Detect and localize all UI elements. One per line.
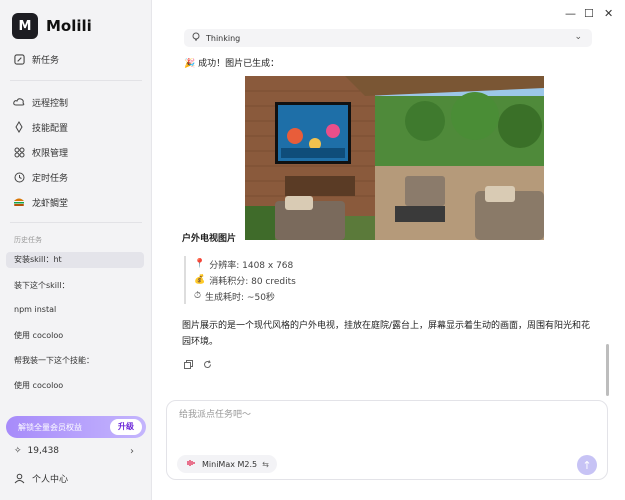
sidebar-divider [10, 222, 142, 223]
arrow-up-icon: ↑ [582, 458, 592, 472]
cloud-icon [12, 95, 26, 109]
profile-label: 个人中心 [32, 474, 69, 485]
chat-panel: — ☐ ✕ Thinking ⌄ 🎉 成功！图片已生成： 户外电视图片 📍 分辨… [152, 0, 625, 500]
generated-image[interactable] [245, 76, 544, 240]
sidebar-item-permissions[interactable]: 权限管理 [12, 145, 68, 159]
image-title: 户外电视图片 [182, 234, 237, 244]
sidebar-item-remote-control[interactable]: 远程控制 [12, 95, 68, 109]
skill-icon [12, 120, 26, 134]
burger-icon [12, 195, 26, 209]
sidebar-item-lobster[interactable]: 龙虾鲷堂 [12, 195, 68, 209]
stopwatch-icon: ⏱ [194, 291, 202, 301]
money-bag-icon: 💰 [194, 275, 206, 285]
party-icon: 🎉 [184, 59, 196, 69]
sidebar-item-label: 定时任务 [32, 173, 69, 184]
chevron-down-icon: ⌄ [574, 32, 582, 42]
meta-text: 分辨率: 1408 x 768 [209, 260, 294, 271]
edit-icon [12, 52, 26, 66]
sidebar-item-label: 龙虾鲷堂 [32, 198, 69, 209]
app-window: M Molili 新任务 远程控制 技能配置 权限管理 定时任务 龙虾鲷堂 历史… [0, 0, 625, 500]
history-item[interactable]: 帮我装一下这个技能： [14, 355, 94, 366]
model-selector[interactable]: MiniMax M2.5 ⇆ [177, 455, 277, 473]
success-message: 🎉 成功！图片已生成： [184, 56, 279, 69]
composer: MiniMax M2.5 ⇆ ↑ [166, 400, 608, 480]
meta-text: 消耗积分: 80 credits [209, 276, 296, 287]
new-task-button[interactable]: 新任务 [12, 52, 59, 66]
credits-row[interactable]: ✧ 19,438 › [14, 445, 134, 457]
swap-icon: ⇆ [262, 459, 269, 469]
copy-icon[interactable] [184, 360, 193, 372]
sidebar-item-label: 权限管理 [32, 148, 69, 159]
close-button[interactable]: ✕ [604, 7, 613, 20]
image-meta: 📍 分辨率: 1408 x 768 💰 消耗积分: 80 credits ⏱ 生… [184, 256, 296, 304]
app-title: Molili [46, 17, 92, 35]
sidebar-item-scheduled[interactable]: 定时任务 [12, 170, 68, 184]
thinking-toggle[interactable]: Thinking ⌄ [184, 29, 592, 47]
sparkle-icon: ✧ [14, 446, 22, 456]
user-icon [12, 471, 26, 485]
bulb-icon [192, 32, 200, 44]
success-text: 成功！图片已生成： [198, 59, 280, 69]
message-actions [184, 360, 212, 372]
task-input[interactable] [177, 409, 581, 421]
sidebar-divider [10, 80, 142, 81]
meta-credits: 💰 消耗积分: 80 credits [194, 272, 296, 288]
sidebar: M Molili 新任务 远程控制 技能配置 权限管理 定时任务 龙虾鲷堂 历史… [0, 0, 152, 500]
pin-icon: 📍 [194, 259, 206, 269]
send-button[interactable]: ↑ [577, 455, 597, 475]
history-item[interactable]: 使用 cocoloo [14, 330, 63, 341]
image-description: 图片展示的是一个现代风格的户外电视，挂放在庭院/露台上，屏幕显示着生动的画面，周… [182, 321, 591, 347]
vip-label: 解锁全量会员权益 [18, 422, 82, 432]
sidebar-item-label: 技能配置 [32, 123, 69, 134]
thinking-label: Thinking [206, 33, 241, 43]
history-section-label: 历史任务 [14, 236, 42, 244]
meta-resolution: 📍 分辨率: 1408 x 768 [194, 256, 296, 272]
chat-scrollbar[interactable] [606, 344, 609, 396]
chevron-right-icon: › [130, 445, 134, 457]
refresh-icon[interactable] [203, 360, 212, 372]
minimize-button[interactable]: — [565, 7, 576, 20]
vip-banner[interactable]: 解锁全量会员权益 升级 [6, 416, 146, 438]
model-name: MiniMax M2.5 [202, 459, 258, 469]
clock-icon [12, 170, 26, 184]
history-item[interactable]: npm instal [14, 305, 56, 314]
meta-text: 生成耗时: ~50秒 [205, 292, 275, 303]
history-item[interactable]: 使用 cocoloo [14, 380, 63, 391]
profile-button[interactable]: 个人中心 [12, 471, 68, 485]
app-logo: M [12, 13, 38, 39]
credits-value: 19,438 [27, 446, 60, 456]
sidebar-item-label: 远程控制 [32, 98, 69, 109]
upgrade-button[interactable]: 升级 [110, 419, 142, 435]
maximize-button[interactable]: ☐ [584, 7, 594, 20]
sidebar-item-skill-config[interactable]: 技能配置 [12, 120, 68, 134]
history-item[interactable]: 装下这个skill： [14, 280, 69, 291]
brand: M Molili [12, 13, 92, 39]
waveform-icon [185, 459, 197, 469]
history-item-active[interactable]: 安装skill：ht [6, 252, 144, 268]
new-task-label: 新任务 [32, 55, 60, 66]
meta-duration: ⏱ 生成耗时: ~50秒 [194, 288, 296, 304]
grid-icon [12, 145, 26, 159]
